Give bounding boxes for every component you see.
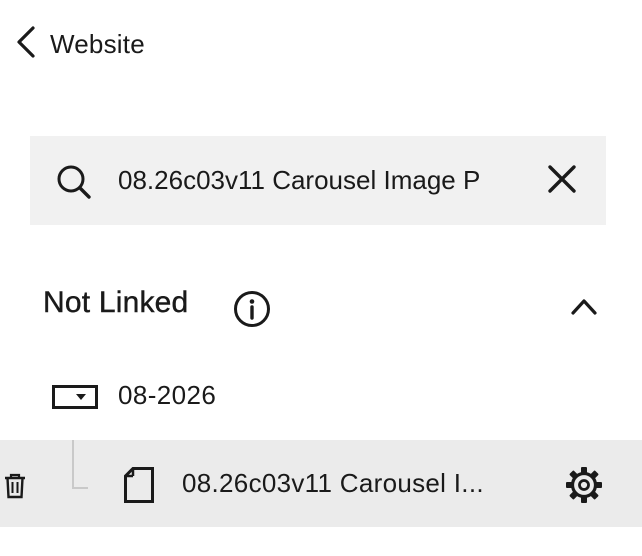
back-label: Website [50,28,145,59]
trash-icon[interactable] [4,473,26,504]
info-icon[interactable] [233,290,271,333]
search-box [30,136,606,225]
page-label: 08.26c03v11 Carousel I... [182,468,484,498]
chevron-left-icon [14,25,38,64]
tree-connector [72,440,88,489]
search-input[interactable] [118,156,518,204]
gear-icon[interactable] [565,466,603,509]
close-icon[interactable] [546,163,578,200]
back-button[interactable]: Website [14,24,145,64]
search-icon [55,163,93,206]
folder-dropdown-icon [52,385,98,414]
chevron-up-icon[interactable] [568,294,600,323]
folder-label: 08-2026 [118,380,217,410]
page-icon [124,467,154,508]
section-title: Not Linked [43,286,189,319]
